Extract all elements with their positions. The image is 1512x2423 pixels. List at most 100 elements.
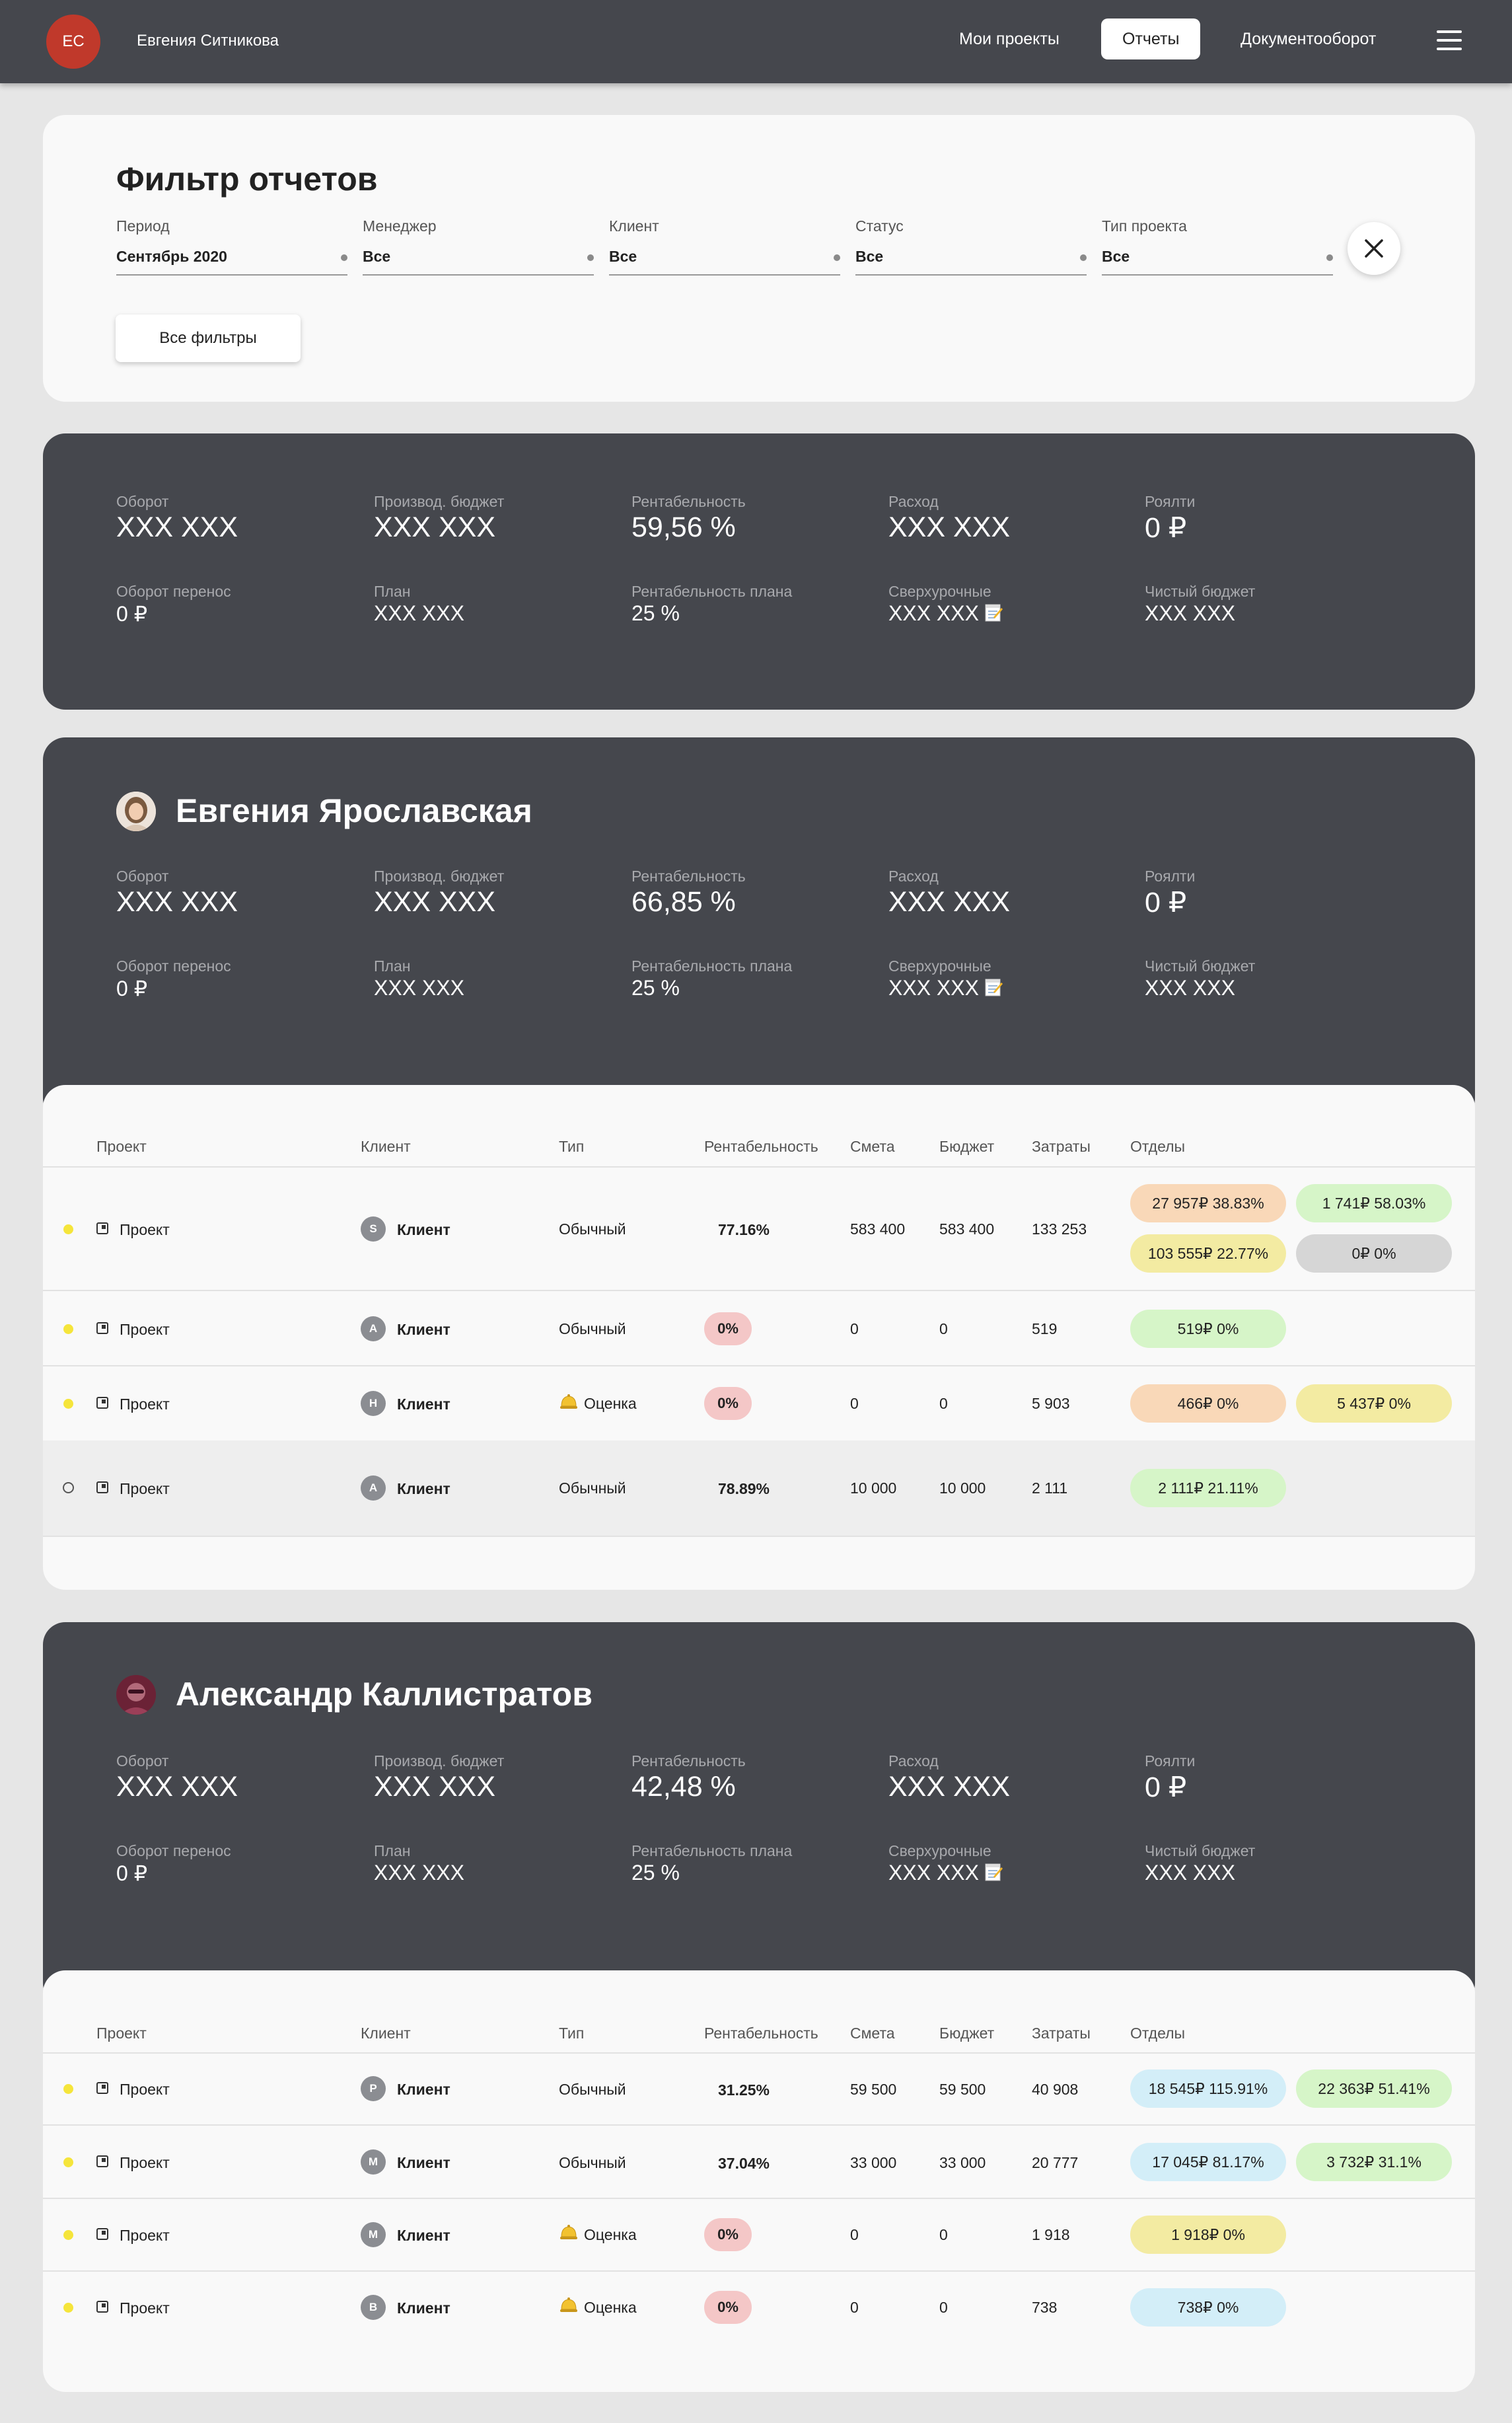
department-pill[interactable]: 0₽ 0% bbox=[1296, 1234, 1452, 1273]
costs-value: 133 253 bbox=[1032, 1220, 1087, 1238]
column-header-departments[interactable]: Отделы bbox=[1130, 1138, 1185, 1156]
estimate-value: 583 400 bbox=[850, 1220, 906, 1238]
stat-value: 0 ₽ bbox=[116, 1861, 148, 1885]
column-header-client[interactable]: Клиент bbox=[361, 2025, 411, 2042]
filter-status-value: Все bbox=[855, 248, 884, 265]
filter-manager[interactable]: Менеджер Все bbox=[363, 217, 594, 276]
stat-value: 0 ₽ bbox=[1145, 1771, 1187, 1803]
status-dot-empty bbox=[63, 1482, 74, 1493]
project-name[interactable]: Проект bbox=[120, 1396, 170, 1413]
filter-client-label: Клиент bbox=[609, 217, 659, 235]
department-pill[interactable]: 3 732₽ 31.1% bbox=[1296, 2143, 1452, 2181]
all-filters-button[interactable]: Все фильтры bbox=[116, 315, 301, 362]
manager-avatar[interactable] bbox=[116, 1675, 156, 1715]
memo-icon[interactable] bbox=[984, 603, 1003, 622]
department-pill[interactable]: 17 045₽ 81.17% bbox=[1130, 2143, 1286, 2181]
column-header-project[interactable]: Проект bbox=[96, 2025, 147, 2042]
project-name[interactable]: Проект bbox=[120, 2154, 170, 2172]
client-name[interactable]: Клиент bbox=[397, 1480, 450, 1498]
department-pill[interactable]: 1 918₽ 0% bbox=[1130, 2216, 1286, 2254]
stat-value: XXX XXX bbox=[374, 601, 464, 625]
filter-client[interactable]: Клиент Все bbox=[609, 217, 840, 276]
close-icon[interactable] bbox=[1348, 222, 1400, 275]
bell-icon bbox=[560, 2225, 577, 2239]
project-name[interactable]: Проект bbox=[120, 2081, 170, 2099]
client-name[interactable]: Клиент bbox=[397, 2154, 450, 2172]
client-name[interactable]: Клиент bbox=[397, 2227, 450, 2245]
column-header-budget[interactable]: Бюджет bbox=[939, 2025, 994, 2042]
column-header-profitability[interactable]: Рентабельность bbox=[704, 1138, 818, 1156]
column-header-project[interactable]: Проект bbox=[96, 1138, 147, 1156]
nav-document-flow[interactable]: Документооборот bbox=[1219, 19, 1397, 59]
column-header-departments[interactable]: Отделы bbox=[1130, 2025, 1185, 2042]
department-pill[interactable]: 2 111₽ 21.11% bbox=[1130, 1469, 1286, 1507]
stat-value: XXX XXX bbox=[116, 511, 238, 543]
department-pill[interactable]: 103 555₽ 22.77% bbox=[1130, 1234, 1286, 1273]
status-dot bbox=[63, 2084, 73, 2094]
filter-status[interactable]: Статус Все bbox=[855, 217, 1087, 276]
column-header-client[interactable]: Клиент bbox=[361, 1138, 411, 1156]
status-dot bbox=[63, 1324, 73, 1334]
department-pill[interactable]: 1 741₽ 58.03% bbox=[1296, 1184, 1452, 1222]
stat-value: XXX XXX bbox=[374, 1771, 496, 1803]
stat-label: Рентабельность плана bbox=[631, 957, 793, 975]
project-name[interactable]: Проект bbox=[120, 1321, 170, 1339]
nav-reports[interactable]: Отчеты bbox=[1101, 19, 1201, 59]
stat-label: Рентабельность bbox=[631, 493, 746, 510]
stat-label: Оборот перенос bbox=[116, 583, 231, 600]
column-header-costs[interactable]: Затраты bbox=[1032, 1138, 1091, 1156]
memo-icon[interactable] bbox=[984, 977, 1003, 997]
costs-value: 40 908 bbox=[1032, 2081, 1079, 2098]
project-icon bbox=[96, 2082, 108, 2094]
hamburger-icon[interactable] bbox=[1437, 30, 1462, 50]
client-name[interactable]: Клиент bbox=[397, 1321, 450, 1339]
department-pill[interactable]: 738₽ 0% bbox=[1130, 2288, 1286, 2327]
project-icon bbox=[96, 1397, 108, 1409]
client-name[interactable]: Клиент bbox=[397, 1221, 450, 1239]
column-header-profitability[interactable]: Рентабельность bbox=[704, 2025, 818, 2042]
department-pill[interactable]: 27 957₽ 38.83% bbox=[1130, 1184, 1286, 1222]
department-pill[interactable]: 519₽ 0% bbox=[1130, 1310, 1286, 1348]
memo-icon[interactable] bbox=[984, 1862, 1003, 1882]
project-icon bbox=[96, 2228, 108, 2240]
manager-name: Евгения Ярославская bbox=[176, 792, 532, 829]
department-pill[interactable]: 18 545₽ 115.91% bbox=[1130, 2069, 1286, 2108]
column-header-estimate[interactable]: Смета bbox=[850, 1138, 895, 1156]
department-pill[interactable]: 466₽ 0% bbox=[1130, 1384, 1286, 1423]
column-header-costs[interactable]: Затраты bbox=[1032, 2025, 1091, 2042]
estimate-value: 0 bbox=[850, 1395, 859, 1412]
filter-period[interactable]: Период Сентябрь 2020 bbox=[116, 217, 347, 276]
project-name[interactable]: Проект bbox=[120, 1221, 170, 1239]
stat-label: Чистый бюджет bbox=[1145, 583, 1256, 600]
column-header-estimate[interactable]: Смета bbox=[850, 2025, 895, 2042]
client-name[interactable]: Клиент bbox=[397, 1396, 450, 1413]
filter-project-type[interactable]: Тип проекта Все bbox=[1102, 217, 1333, 276]
user-name[interactable]: Евгения Ситникова bbox=[137, 32, 279, 50]
table-row[interactable]: Проект A Клиент Обычный 78.89% 10 000 10… bbox=[43, 1440, 1475, 1536]
client-avatar: M bbox=[361, 2222, 386, 2247]
client-name[interactable]: Клиент bbox=[397, 2299, 450, 2317]
stat-value: XXX XXX bbox=[888, 511, 1011, 543]
budget-value: 583 400 bbox=[939, 1220, 995, 1238]
divider bbox=[43, 2198, 1475, 2199]
project-name[interactable]: Проект bbox=[120, 2299, 170, 2317]
project-name[interactable]: Проект bbox=[120, 1480, 170, 1498]
column-header-budget[interactable]: Бюджет bbox=[939, 1138, 994, 1156]
nav-my-projects[interactable]: Мои проекты bbox=[938, 19, 1081, 59]
manager-avatar[interactable] bbox=[116, 792, 156, 831]
client-name[interactable]: Клиент bbox=[397, 2081, 450, 2099]
column-header-type[interactable]: Тип bbox=[559, 2025, 584, 2042]
summary-stats-card: Оборот XXX XXX Производ. бюджет XXX XXX … bbox=[43, 433, 1475, 710]
department-pill[interactable]: 5 437₽ 0% bbox=[1296, 1384, 1452, 1423]
stat-value: 0 ₽ bbox=[1145, 887, 1187, 918]
project-name[interactable]: Проект bbox=[120, 2227, 170, 2245]
column-header-type[interactable]: Тип bbox=[559, 1138, 584, 1156]
divider bbox=[43, 2052, 1475, 2054]
estimate-value: 10 000 bbox=[850, 1479, 897, 1497]
budget-value: 59 500 bbox=[939, 2081, 986, 2098]
manager-stats-card: Евгения Ярославская Оборот XXX XXX Произ… bbox=[43, 737, 1475, 1121]
stat-value: 25 % bbox=[631, 601, 680, 625]
department-pill[interactable]: 22 363₽ 51.41% bbox=[1296, 2069, 1452, 2108]
user-avatar[interactable]: ЕС bbox=[46, 15, 100, 69]
filter-manager-label: Менеджер bbox=[363, 217, 437, 235]
